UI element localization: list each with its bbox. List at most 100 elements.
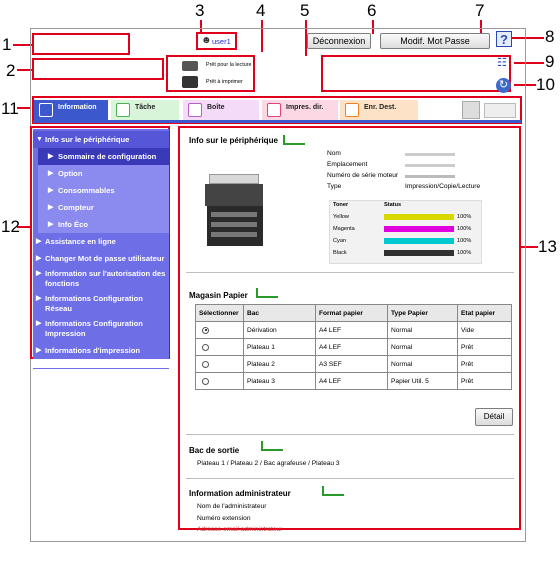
admin-field-name: Nom de l'administrateur xyxy=(197,503,267,510)
sidebar-item-function-permission[interactable]: ▶ Information sur l'autorisation des fonc… xyxy=(33,267,169,291)
table-row: Plateau 1 A4 LEF Normal Prêt xyxy=(195,338,512,356)
arrow-icon: ▶ xyxy=(36,270,42,277)
sidebar-item-online-help[interactable]: ▶ Assistance en ligne xyxy=(33,233,169,250)
admin-field-extension: Numéro extension xyxy=(197,515,251,522)
status-print: Prêt pour la lecture xyxy=(206,62,252,68)
sidebar-item-eco-info[interactable]: ▶ Info Éco xyxy=(38,216,169,233)
sidebar-item-device-info[interactable]: ▼ Info sur le périphérique xyxy=(33,131,169,148)
callout-9: 9 xyxy=(545,52,555,71)
leader-line-11 xyxy=(17,107,30,109)
callout-7: 7 xyxy=(475,1,485,20)
arrow-icon: ▶ xyxy=(36,238,42,245)
arrow-icon: ▶ xyxy=(36,320,42,327)
radio-button[interactable] xyxy=(202,343,209,351)
sidebar-item-network-config[interactable]: ▶ Informations Configuration Réseau xyxy=(33,292,169,316)
name-value-redacted xyxy=(405,153,455,156)
refresh-icon[interactable]: ↻ xyxy=(496,78,511,93)
settings-icon[interactable] xyxy=(462,101,480,119)
job-tab-icon xyxy=(116,103,130,117)
printer-icon xyxy=(182,61,198,71)
toner-name: Black xyxy=(333,250,347,256)
sidebar-item-config-summary[interactable]: ▶ Sommaire de configuration xyxy=(38,148,169,165)
sitemap-icon[interactable]: ☷ xyxy=(497,58,511,70)
field-label-name: Nom xyxy=(327,150,341,157)
logo-area xyxy=(32,33,130,55)
toner-bar xyxy=(384,226,454,232)
callout-8: 8 xyxy=(545,27,555,46)
sidebar-item-print-info[interactable]: ▶ Informations d'impression xyxy=(33,342,169,359)
tab-box[interactable]: Boîte xyxy=(183,100,259,120)
message-area xyxy=(321,55,511,92)
callout-4: 4 xyxy=(256,1,266,20)
sidebar-item-option[interactable]: ▶ Option xyxy=(38,165,169,182)
change-password-button[interactable]: Modif. Mot Passe xyxy=(380,33,490,49)
arrow-icon: ▶ xyxy=(36,255,42,262)
table-row: Dérivation A4 LEF Normal Vide xyxy=(195,321,512,339)
sidebar-item-counter[interactable]: ▶ Compteur xyxy=(38,199,169,216)
information-tab-icon xyxy=(39,103,53,117)
field-label-location: Emplacement xyxy=(327,161,368,168)
arrow-icon: ▶ xyxy=(36,295,42,302)
user-info[interactable]: ☻ user1 xyxy=(196,32,237,50)
col-type: Type Papier xyxy=(387,304,458,322)
status-panel: Prêt pour la lecture Prêt à imprimer xyxy=(166,55,255,92)
toner-value: 100% xyxy=(457,214,472,220)
section-icon xyxy=(322,486,344,496)
tab-information[interactable]: Information xyxy=(34,100,108,120)
callout-11: 11 xyxy=(1,99,19,118)
status-scan: Prêt à imprimer xyxy=(206,79,243,85)
callout-10: 10 xyxy=(536,75,555,94)
field-label-serial: Numéro de série moteur xyxy=(327,172,399,179)
sidebar-item-change-password[interactable]: ▶ Changer Mot de passe utilisateur xyxy=(33,250,169,267)
box-tab-icon xyxy=(188,103,202,117)
arrow-icon: ▶ xyxy=(48,204,54,211)
toner-header-status: Status xyxy=(384,202,402,208)
toner-name: Yellow xyxy=(333,214,349,220)
col-tray: Bac xyxy=(243,304,316,322)
user-icon: ☻ xyxy=(201,35,212,46)
radio-button[interactable] xyxy=(202,377,209,385)
paper-tray-table: Sélectionner Bac Format papier Type Papi… xyxy=(195,304,512,390)
detail-button[interactable]: Détail xyxy=(475,408,513,426)
toner-bar xyxy=(384,238,454,244)
help-icon[interactable]: ? xyxy=(496,31,512,47)
tab-store-address[interactable]: Enr. Dest. xyxy=(340,100,418,120)
divider xyxy=(186,272,514,273)
field-label-type: Type xyxy=(327,183,342,190)
arrow-icon: ▶ xyxy=(48,170,54,177)
radio-selected[interactable] xyxy=(202,326,209,334)
radio-button[interactable] xyxy=(202,360,209,368)
toner-value: 100% xyxy=(457,250,472,256)
toner-value: 100% xyxy=(457,238,472,244)
admin-field-email: Adresse email administrateur xyxy=(197,526,283,531)
display-mode-icon[interactable] xyxy=(484,103,516,118)
toner-value: 100% xyxy=(457,226,472,232)
toner-header-toner: Toner xyxy=(333,202,349,208)
toner-bar xyxy=(384,214,454,220)
callout-1: 1 xyxy=(2,35,12,54)
arrow-icon: ▶ xyxy=(48,221,54,228)
col-format: Format papier xyxy=(315,304,388,322)
sidebar-item-consumables[interactable]: ▶ Consommables xyxy=(38,182,169,199)
sidebar-item-print-config[interactable]: ▶ Informations Configuration Impression xyxy=(33,317,169,341)
user-name: user1 xyxy=(212,37,231,46)
callout-5: 5 xyxy=(300,1,310,20)
serial-value-redacted xyxy=(405,175,455,178)
printer-image xyxy=(205,170,267,250)
paper-tray-title: Magasin Papier xyxy=(189,291,248,300)
arrow-icon: ▶ xyxy=(36,347,42,354)
section-icon xyxy=(283,135,305,145)
expanded-arrow-icon: ▼ xyxy=(36,136,43,143)
divider xyxy=(186,434,514,435)
logout-button[interactable]: Déconnexion xyxy=(307,33,371,49)
toner-name: Magenta xyxy=(333,226,355,232)
callout-2: 2 xyxy=(6,61,16,80)
tab-job[interactable]: Tâche xyxy=(111,100,179,120)
admin-info-title: Information administrateur xyxy=(189,489,291,498)
direct-print-tab-icon xyxy=(267,103,281,117)
divider xyxy=(186,478,514,479)
tab-direct-print[interactable]: Impres. dir. xyxy=(262,100,338,120)
output-tray-value: Plateau 1 / Plateau 2 / Bac agrafeuse / … xyxy=(197,460,340,467)
location-value-redacted xyxy=(405,164,455,167)
store-address-tab-icon xyxy=(345,103,359,117)
